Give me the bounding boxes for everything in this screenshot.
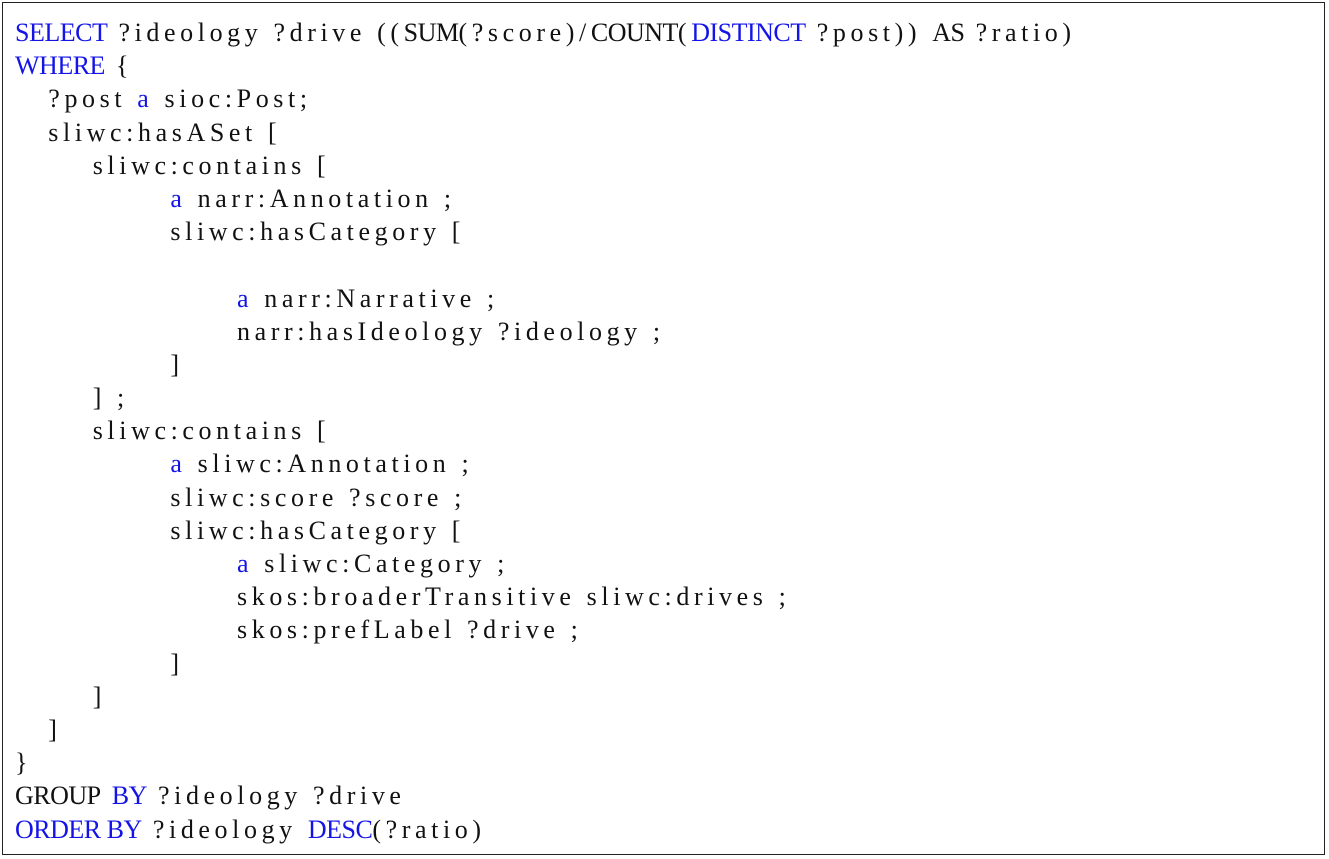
code-line: sliwc:hasCategory [ <box>15 514 1076 547</box>
code-line: ] <box>15 348 1076 381</box>
code-line: a sliwc:Category ; <box>15 547 1076 580</box>
code-text: sliwc:contains [ <box>15 150 331 180</box>
code-text: ] <box>15 349 184 379</box>
code-keyword: SUM <box>403 18 459 47</box>
code-text: sioc:Post; <box>153 84 312 114</box>
code-text: (?score)/ <box>458 18 591 47</box>
code-keyword: a <box>237 283 254 313</box>
code-line: SELECT ?ideology ?drive ((SUM(?score)/CO… <box>15 16 1076 49</box>
code-text: { <box>104 51 134 81</box>
code-keyword: WHERE <box>15 51 105 81</box>
code-text: sliwc:score ?score ; <box>15 482 466 512</box>
code-line: sliwc:contains [ <box>15 149 1076 182</box>
code-line: ORDER BY ?ideology DESC(?ratio) <box>15 813 1076 846</box>
code-text: narr:Narrative ; <box>253 283 499 313</box>
code-line: a sliwc:Annotation ; <box>15 447 1076 480</box>
code-text: ?post)) <box>805 18 933 47</box>
code-line: sliwc:score ?score ; <box>15 481 1076 514</box>
code-text: ?ideology <box>141 814 308 844</box>
sparql-query-code: SELECT ?ideology ?drive ((SUM(?score)/CO… <box>15 16 1076 846</box>
code-keyword: ORDER BY <box>15 814 142 844</box>
code-line: skos:broaderTransitive sliwc:drives ; <box>15 580 1076 613</box>
code-line: narr:hasIdeology ?ideology ; <box>15 315 1076 348</box>
code-keyword: GROUP <box>15 781 101 811</box>
code-line: sliwc:hasASet [ <box>15 116 1076 149</box>
code-line: WHERE { <box>15 49 1076 82</box>
code-line: } <box>15 746 1076 779</box>
code-text: skos:prefLabel ?drive ; <box>15 615 583 645</box>
code-keyword: AS <box>932 18 965 47</box>
code-text: ?post <box>15 84 138 114</box>
code-keyword: COUNT <box>590 18 679 47</box>
code-keyword: DISTINCT <box>691 18 806 47</box>
code-keyword: a <box>137 84 154 114</box>
code-text: ] ; <box>15 383 129 413</box>
code-text: ?ratio) <box>964 18 1076 47</box>
code-line: a narr:Annotation ; <box>15 182 1076 215</box>
code-text: sliwc:hasCategory [ <box>15 217 466 247</box>
code-line: sliwc:hasCategory [ <box>15 215 1076 248</box>
code-keyword: a <box>170 183 187 213</box>
code-keyword: BY <box>111 781 148 811</box>
code-line <box>15 248 1076 281</box>
code-keyword: a <box>170 449 187 479</box>
code-listing-frame: SELECT ?ideology ?drive ((SUM(?score)/CO… <box>2 2 1325 855</box>
code-text: } <box>15 748 33 778</box>
code-line: GROUP BY ?ideology ?drive <box>15 779 1076 812</box>
code-text: sliwc:contains [ <box>15 416 331 446</box>
code-text: ?ideology ?drive <box>146 781 406 811</box>
code-text: ( <box>677 18 692 47</box>
code-line: ] ; <box>15 381 1076 414</box>
code-text: sliwc:hasCategory [ <box>15 515 466 545</box>
code-text: ] <box>15 648 184 678</box>
code-text: narr:hasIdeology ?ideology ; <box>15 316 665 346</box>
code-text: ?ideology ?drive (( <box>107 18 404 47</box>
code-keyword: DESC <box>307 814 373 844</box>
code-text: sliwc:Category ; <box>253 549 509 578</box>
code-line: ] <box>15 647 1076 680</box>
code-keyword: a <box>237 549 254 578</box>
code-text: narr:Annotation ; <box>186 183 456 213</box>
code-line: a narr:Narrative ; <box>15 282 1076 315</box>
code-line: ] <box>15 680 1076 713</box>
code-text: skos:broaderTransitive sliwc:drives ; <box>15 582 791 612</box>
code-text: sliwc:hasASet [ <box>15 117 282 147</box>
code-line: ?post a sioc:Post; <box>15 82 1076 115</box>
code-line: sliwc:contains [ <box>15 414 1076 447</box>
code-line: skos:prefLabel ?drive ; <box>15 613 1076 646</box>
code-text: sliwc:Annotation ; <box>186 449 474 479</box>
code-line: ] <box>15 713 1076 746</box>
code-text: ] <box>15 714 62 744</box>
code-text: (?ratio) <box>372 814 486 844</box>
code-keyword: SELECT <box>15 18 108 47</box>
code-text: ] <box>15 681 106 711</box>
